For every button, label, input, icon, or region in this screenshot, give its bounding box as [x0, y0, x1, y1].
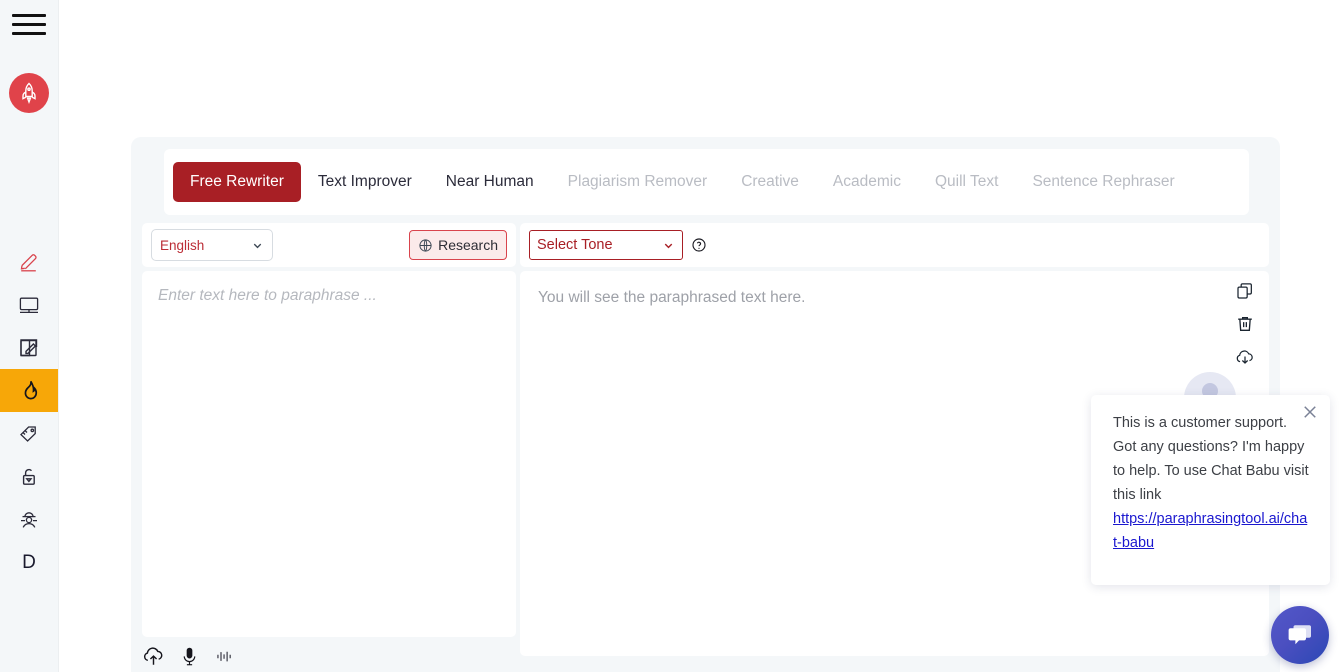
tab-near-human[interactable]: Near Human: [429, 162, 551, 202]
sidebar-item-letter-d-icon[interactable]: D: [0, 541, 58, 584]
upload-cloud-icon[interactable]: [142, 645, 165, 668]
tab-quill-text[interactable]: Quill Text: [918, 162, 1015, 202]
chat-popup: This is a customer support. Got any ques…: [1091, 395, 1330, 585]
sidebar-item-monitor-icon[interactable]: [0, 283, 58, 326]
tab-bar: Free Rewriter Text Improver Near Human P…: [164, 149, 1249, 215]
research-button[interactable]: Research: [409, 230, 507, 260]
language-select[interactable]: English: [151, 229, 273, 261]
sidebar-nav: D: [0, 240, 58, 584]
tab-academic[interactable]: Academic: [816, 162, 918, 202]
output-placeholder: You will see the paraphrased text here.: [538, 289, 1251, 307]
chat-popup-message: This is a customer support. Got any ques…: [1113, 411, 1310, 507]
chat-bubbles-icon: [1285, 620, 1315, 650]
language-select-value: English: [160, 238, 204, 253]
tab-free-rewriter[interactable]: Free Rewriter: [173, 162, 301, 202]
microphone-icon[interactable]: [179, 646, 200, 667]
trash-icon[interactable]: [1235, 314, 1255, 334]
input-textarea[interactable]: Enter text here to paraphrase ...: [142, 271, 516, 637]
waveform-icon[interactable]: [214, 646, 235, 667]
copy-icon[interactable]: [1235, 281, 1255, 301]
sidebar-item-unlock-icon[interactable]: [0, 455, 58, 498]
sidebar-item-flame-icon[interactable]: [0, 369, 58, 412]
tone-select-value: Select Tone: [537, 237, 613, 253]
tab-sentence-rephraser[interactable]: Sentence Rephraser: [1015, 162, 1191, 202]
output-toolbar: Select Tone: [520, 223, 1269, 267]
sidebar-item-pencil-underline-icon[interactable]: [0, 240, 58, 283]
tab-creative[interactable]: Creative: [724, 162, 816, 202]
sidebar-item-label: D: [22, 552, 36, 574]
sidebar-item-edit-square-icon[interactable]: [0, 326, 58, 369]
chevron-down-icon: [662, 239, 675, 252]
input-toolbar: English Research: [142, 223, 516, 267]
sidebar-item-detective-icon[interactable]: [0, 498, 58, 541]
tone-select[interactable]: Select Tone: [529, 230, 683, 260]
chevron-down-icon: [251, 239, 264, 252]
chat-popup-link[interactable]: https://paraphrasingtool.ai/chat-babu: [1113, 507, 1310, 555]
app-root: D Free Rewriter Text Improver Near Human…: [0, 0, 1340, 672]
chat-launcher-button[interactable]: [1271, 606, 1329, 664]
output-actions: [1235, 281, 1255, 367]
sidebar: D: [0, 0, 59, 672]
input-tools: [142, 645, 235, 668]
hamburger-menu-icon[interactable]: [12, 14, 46, 38]
question-circle-icon[interactable]: [691, 237, 707, 253]
input-placeholder: Enter text here to paraphrase ...: [158, 287, 500, 305]
research-button-label: Research: [438, 237, 498, 253]
tab-text-improver[interactable]: Text Improver: [301, 162, 429, 202]
sidebar-item-tag-icon[interactable]: [0, 412, 58, 455]
globe-icon: [418, 238, 433, 253]
tab-plagiarism-remover[interactable]: Plagiarism Remover: [551, 162, 725, 202]
download-cloud-icon[interactable]: [1235, 347, 1255, 367]
rocket-logo-icon[interactable]: [9, 73, 49, 113]
close-icon[interactable]: [1301, 403, 1319, 421]
